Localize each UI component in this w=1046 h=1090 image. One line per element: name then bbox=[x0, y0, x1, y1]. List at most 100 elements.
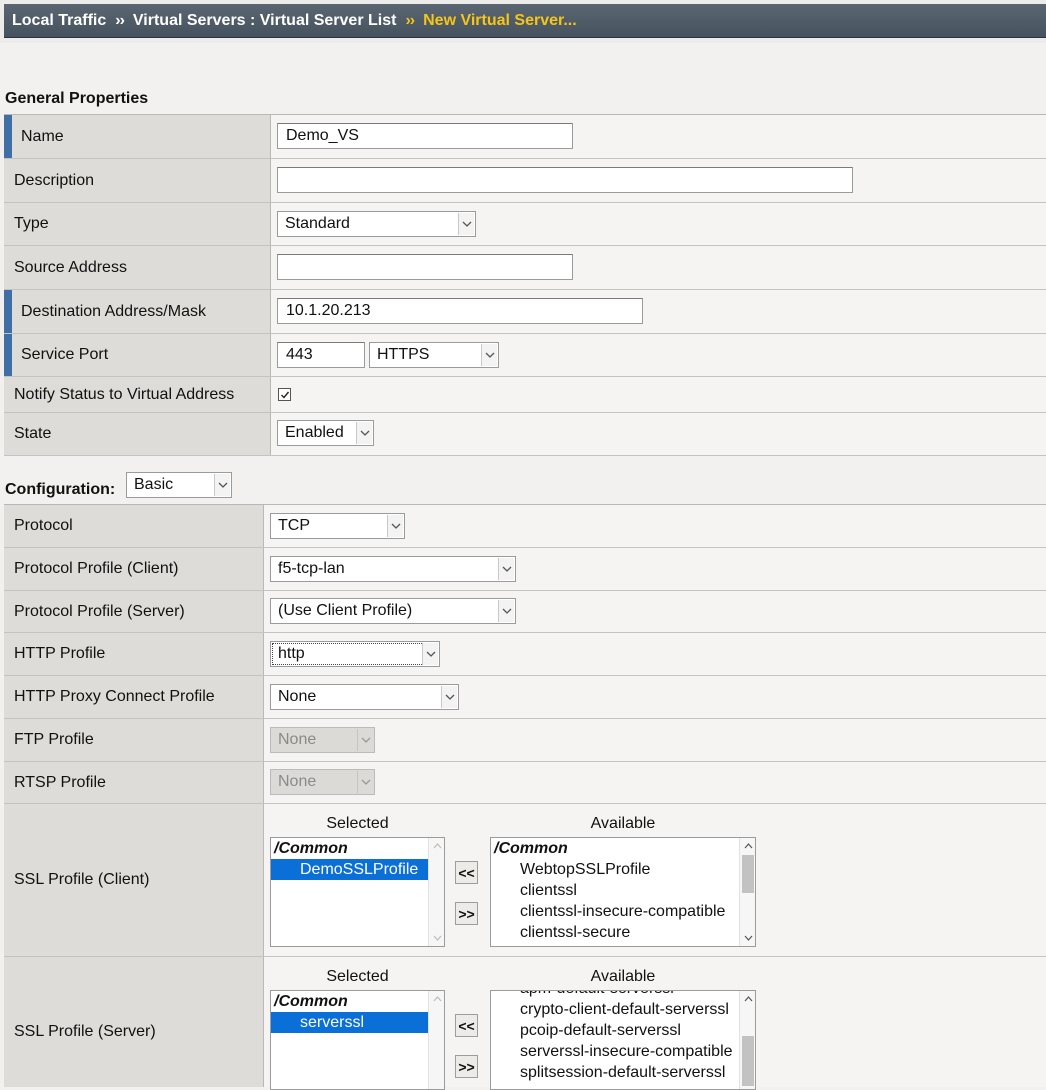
add-to-selected-button[interactable]: << bbox=[455, 861, 478, 884]
protocol-profile-server-select[interactable]: (Use Client Profile) bbox=[270, 598, 516, 624]
list-item[interactable]: DemoSSLProfile bbox=[271, 859, 428, 880]
service-port-label: Service Port bbox=[4, 334, 271, 376]
list-group-common: /Common bbox=[494, 840, 568, 857]
row-protocol-profile-server: Protocol Profile (Server) (Use Client Pr… bbox=[4, 591, 1046, 633]
chevron-down-icon[interactable] bbox=[429, 930, 444, 946]
list-item[interactable]: pcoip-default-serverssl bbox=[491, 1020, 739, 1041]
list-item[interactable]: splitsession-default-serverssl bbox=[491, 1062, 739, 1083]
source-address-label: Source Address bbox=[4, 246, 271, 289]
scrollbar[interactable] bbox=[428, 991, 444, 1089]
chevron-down-icon[interactable] bbox=[740, 930, 755, 946]
row-type: Type Standard bbox=[4, 203, 1046, 246]
list-group-common: /Common bbox=[274, 993, 348, 1010]
list-item[interactable]: clientssl-secure bbox=[491, 922, 755, 943]
scrollbar[interactable] bbox=[428, 838, 444, 946]
name-label: Name bbox=[4, 115, 271, 158]
breadcrumb-current: New Virtual Server... bbox=[423, 11, 577, 29]
chevron-down-icon bbox=[441, 686, 457, 708]
name-input[interactable]: Demo_VS bbox=[277, 123, 573, 149]
protocol-label: Protocol bbox=[4, 505, 264, 547]
chevron-down-icon bbox=[357, 729, 373, 751]
ftp-profile-label: FTP Profile bbox=[4, 719, 264, 761]
breadcrumb: Local Traffic ›› Virtual Servers : Virtu… bbox=[4, 4, 1046, 38]
notify-label: Notify Status to Virtual Address bbox=[4, 377, 271, 412]
chevron-up-icon[interactable] bbox=[740, 991, 755, 1007]
destination-input[interactable]: 10.1.20.213 bbox=[277, 298, 643, 324]
scrollbar-thumb[interactable] bbox=[742, 1036, 754, 1086]
protocol-profile-server-label: Protocol Profile (Server) bbox=[4, 591, 264, 632]
destination-label: Destination Address/Mask bbox=[4, 290, 271, 333]
row-http-proxy-connect: HTTP Proxy Connect Profile None bbox=[4, 676, 1046, 719]
list-item[interactable]: serverssl bbox=[271, 1012, 428, 1033]
row-http-profile: HTTP Profile http bbox=[4, 633, 1046, 676]
type-select[interactable]: Standard bbox=[277, 211, 476, 237]
description-input[interactable] bbox=[277, 167, 853, 193]
list-item[interactable]: crypto-client-default-serverssl bbox=[491, 999, 739, 1020]
chevron-down-icon bbox=[422, 643, 438, 665]
chevron-up-icon[interactable] bbox=[740, 838, 755, 854]
ssl-client-selected-list[interactable]: /Common DemoSSLProfile bbox=[270, 837, 445, 947]
rtsp-profile-label: RTSP Profile bbox=[4, 762, 264, 803]
remove-from-selected-button[interactable]: >> bbox=[455, 1055, 478, 1078]
source-address-input[interactable] bbox=[277, 254, 573, 280]
chevron-down-icon bbox=[356, 422, 372, 444]
configuration-title: Configuration: bbox=[5, 481, 116, 498]
chevron-up-icon[interactable] bbox=[429, 991, 444, 1007]
http-proxy-connect-label: HTTP Proxy Connect Profile bbox=[4, 676, 264, 718]
breadcrumb-local-traffic[interactable]: Local Traffic bbox=[12, 12, 106, 30]
state-label: State bbox=[4, 413, 271, 455]
general-properties-table: Name Demo_VS Description Type Standard S… bbox=[4, 114, 1046, 456]
configuration-table: Protocol TCP Protocol Profile (Client) f… bbox=[4, 504, 1046, 1090]
http-profile-select[interactable]: http bbox=[270, 641, 440, 667]
list-item[interactable]: clientssl bbox=[491, 880, 755, 901]
row-protocol-profile-client: Protocol Profile (Client) f5-tcp-lan bbox=[4, 548, 1046, 591]
list-item[interactable]: WebtopSSLProfile bbox=[491, 859, 755, 880]
ssl-client-available-list[interactable]: /Common WebtopSSLProfile clientssl clien… bbox=[490, 837, 756, 947]
state-select[interactable]: Enabled bbox=[277, 420, 374, 446]
ssl-server-available-list[interactable]: apm-default-serverssl crypto-client-defa… bbox=[490, 990, 756, 1090]
chevron-down-icon bbox=[498, 558, 514, 580]
chevron-down-icon bbox=[458, 213, 474, 235]
protocol-profile-client-select[interactable]: f5-tcp-lan bbox=[270, 556, 516, 582]
list-item[interactable]: serverssl-insecure-compatible bbox=[491, 1041, 739, 1062]
ssl-server-selected-list[interactable]: /Common serverssl bbox=[270, 990, 445, 1090]
row-ssl-profile-client: SSL Profile (Client) Selected /Common De… bbox=[4, 804, 1046, 957]
chevron-down-icon bbox=[481, 344, 497, 366]
chevron-up-icon[interactable] bbox=[429, 838, 444, 854]
list-item[interactable]: clientssl-insecure-compatible bbox=[491, 901, 755, 922]
ssl-profile-client-label: SSL Profile (Client) bbox=[4, 804, 264, 956]
row-destination: Destination Address/Mask 10.1.20.213 bbox=[4, 290, 1046, 334]
service-port-input[interactable]: 443 bbox=[277, 342, 365, 368]
breadcrumb-virtual-server-list[interactable]: Virtual Servers : Virtual Server List bbox=[133, 12, 397, 30]
add-to-selected-button[interactable]: << bbox=[455, 1014, 478, 1037]
breadcrumb-separator: ›› bbox=[405, 11, 415, 29]
list-group-common: /Common bbox=[274, 840, 348, 857]
configuration-mode-select[interactable]: Basic bbox=[126, 472, 232, 498]
chevron-down-icon bbox=[387, 515, 403, 537]
type-label: Type bbox=[4, 203, 271, 245]
notify-checkbox[interactable] bbox=[278, 388, 291, 401]
description-label: Description bbox=[4, 159, 271, 202]
ssl-client-available-header: Available bbox=[590, 815, 656, 832]
remove-from-selected-button[interactable]: >> bbox=[455, 902, 478, 925]
checkmark-icon bbox=[280, 391, 289, 399]
ssl-client-selected-header: Selected bbox=[326, 815, 389, 832]
service-port-select[interactable]: HTTPS bbox=[369, 342, 499, 368]
ftp-profile-select: None bbox=[270, 727, 375, 753]
list-item[interactable]: apm-default-serverssl bbox=[491, 991, 739, 999]
row-description: Description bbox=[4, 159, 1046, 203]
list-viewport: apm-default-serverssl crypto-client-defa… bbox=[491, 991, 739, 1083]
protocol-profile-client-label: Protocol Profile (Client) bbox=[4, 548, 264, 590]
scrollbar-thumb[interactable] bbox=[742, 855, 754, 893]
chevron-down-icon bbox=[498, 600, 514, 622]
top-bar: Local Traffic ›› Virtual Servers : Virtu… bbox=[0, 0, 1046, 43]
general-properties-title: General Properties bbox=[5, 90, 149, 107]
ssl-server-available-header: Available bbox=[590, 968, 656, 985]
http-proxy-connect-select[interactable]: None bbox=[270, 684, 459, 710]
breadcrumb-separator: ›› bbox=[115, 11, 125, 29]
row-state: State Enabled bbox=[4, 413, 1046, 456]
scrollbar[interactable] bbox=[739, 838, 755, 946]
row-service-port: Service Port 443 HTTPS bbox=[4, 334, 1046, 377]
protocol-select[interactable]: TCP bbox=[270, 513, 405, 539]
scrollbar[interactable] bbox=[739, 991, 755, 1089]
